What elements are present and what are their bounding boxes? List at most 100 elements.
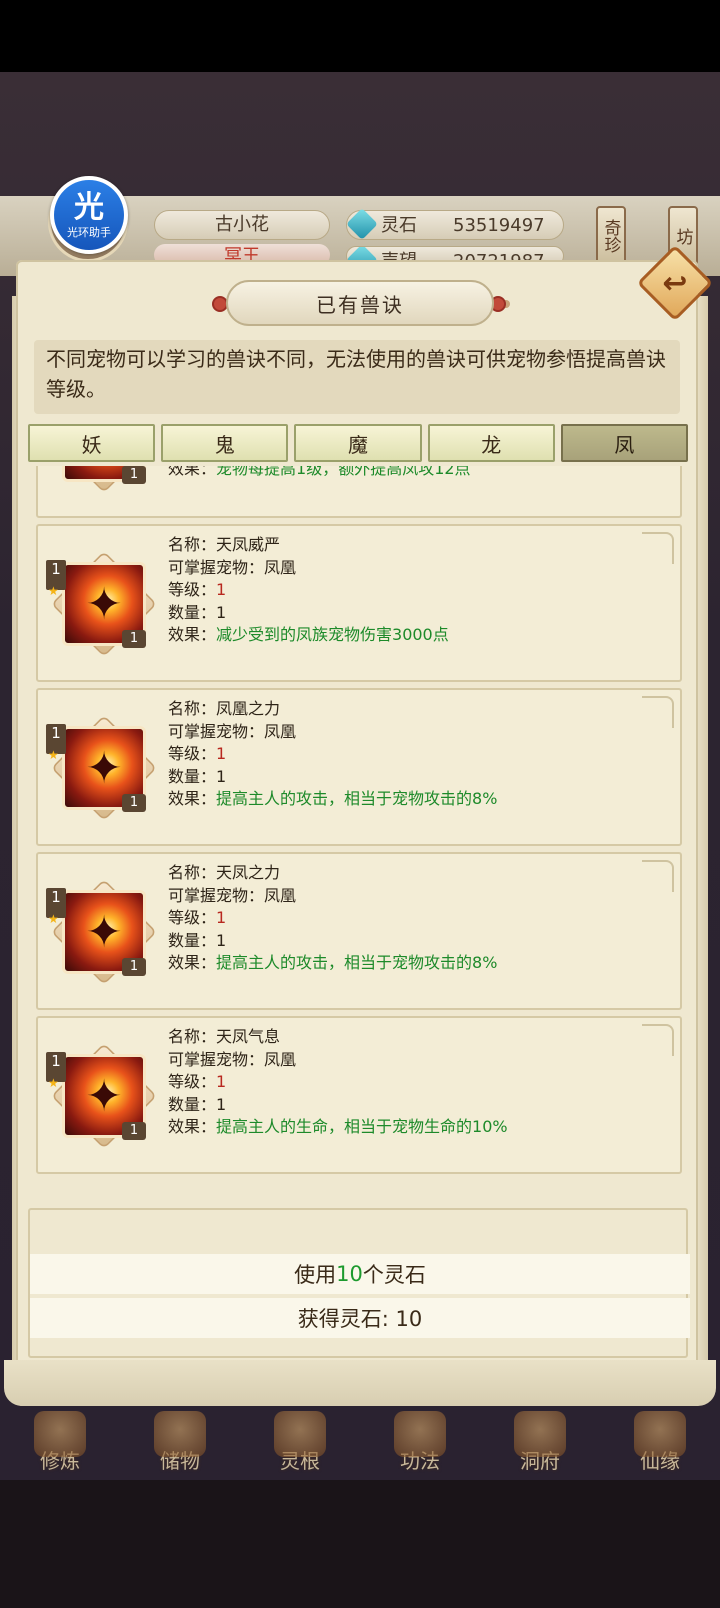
level-line: 等级：1 [168,908,227,927]
description-text: 不同宠物可以学习的兽诀不同，无法使用的兽诀可供宠物参悟提高兽诀等级。 [46,347,666,401]
qty-line: 数量：1 [168,766,227,786]
level-value: 1 [216,908,227,927]
skill-name: 天凤之力 [216,863,281,882]
nav-dongfu[interactable]: 洞府 [480,1406,600,1480]
effect-value: 提高主人的攻击，相当于宠物攻击的8% [216,789,498,808]
skill-name: 天凤气息 [216,1027,281,1046]
helper-label: 光环助手 [67,225,111,239]
qty-line: 数量：1 [168,1094,227,1114]
side-tag-qizhen[interactable]: 奇珍 [596,206,626,266]
resource-lingshi: 灵石 53519497 [346,208,564,240]
qty-value: 1 [216,930,227,950]
count-badge: 1 [122,630,146,648]
level-value: 1 [216,580,227,599]
nav-gongfa[interactable]: 功法 [360,1406,480,1480]
qty-value: 1 [216,1094,227,1114]
storage-bag-icon [154,1411,206,1457]
list-item[interactable]: ✦ 1 ★ 1 名称：天凤威严 可掌握宠物：凤凰 等级：1 数量：1 效果：减少… [36,524,682,682]
star-icon: ★ [48,584,59,598]
level-value: 1 [216,744,227,763]
effect-value: 减少受到的凤族宠物伤害3000点 [216,625,449,644]
level-line: 等级：1 [168,580,227,599]
nav-linggen[interactable]: 灵根 [240,1406,360,1480]
helper-app-button[interactable]: 光 光环助手 [50,176,128,254]
tab-long[interactable]: 龙 [427,424,555,462]
resource-value: 53519497 [453,215,545,236]
spirit-stone-icon [346,208,378,240]
count-badge: 1 [122,1122,146,1140]
pet-line: 可掌握宠物：凤凰 [168,1049,297,1069]
cave-house-icon [514,1411,566,1457]
scroll-icon [394,1411,446,1457]
tab-gui[interactable]: 鬼 [161,424,289,462]
effect-value: 提高主人的生命，相当于宠物生命的10% [216,1117,508,1136]
category-tabs: 妖 鬼 魔 龙 凤 [28,424,689,464]
star-icon: ★ [48,912,59,926]
effect-line: 效果：提高主人的攻击，相当于宠物攻击的8% [168,789,498,808]
pet-name: 凤凰 [264,885,297,905]
fortune-icon [634,1411,686,1457]
qty-value: 1 [216,602,227,622]
pet-name: 凤凰 [264,721,297,741]
panel-scroll-curl [4,1360,716,1406]
name-line: 名称：凤凰之力 [168,699,281,718]
helper-logo-icon: 光 光环助手 [54,180,124,250]
obtained-spirit-stone-row: 获得灵石: 10 [30,1298,690,1338]
spirit-root-icon [274,1411,326,1457]
name-line: 名称：天凤威严 [168,535,281,554]
star-icon: ★ [48,1076,59,1090]
nav-xiulian[interactable]: 修炼 [0,1406,120,1480]
effect-line: 效果：宠物每提高1级，额外提高凤攻12点 [168,466,471,481]
use-count: 10 [336,1262,363,1286]
skill-name: 天凤威严 [216,535,281,554]
effect-line: 效果：减少受到的凤族宠物伤害3000点 [168,625,449,644]
skill-details: 名称：天凤威严 可掌握宠物：凤凰 等级：1 数量：1 效果：减少受到的凤族宠物伤… [168,534,449,647]
use-suffix: 个灵石 [362,1263,426,1287]
tab-feng[interactable]: 凤 [560,424,689,462]
level-line: 等级：1 [168,1072,227,1091]
tab-yao[interactable]: 妖 [28,424,156,462]
tab-mo[interactable]: 魔 [294,424,422,462]
use-spirit-stone-row[interactable]: 使用 10 个灵石 [30,1254,690,1294]
pet-line: 可掌握宠物：凤凰 [168,885,297,905]
back-arrow-icon[interactable]: ↩ [650,258,700,308]
list-item[interactable]: ✦ 1 ★ 1 效果：宠物每提高1级，额外提高凤攻12点 [36,466,682,518]
nav-chuwu[interactable]: 储物 [120,1406,240,1480]
name-line: 名称：天凤气息 [168,1027,281,1046]
list-item[interactable]: ✦ 1 ★ 1 名称：天凤之力 可掌握宠物：凤凰 等级：1 数量：1 效果：提高… [36,852,682,1010]
skill-details: 效果：宠物每提高1级，额外提高凤攻12点 [168,466,471,481]
helper-char: 光 [74,189,104,225]
pet-name: 凤凰 [264,557,297,577]
obtained-text: 获得灵石: 10 [297,1307,423,1331]
qty-line: 数量：1 [168,602,227,622]
qty-value: 1 [216,766,227,786]
effect-line: 效果：提高主人的攻击，相当于宠物攻击的8% [168,953,498,972]
qty-line: 数量：1 [168,930,227,950]
resource-name: 灵石 [381,215,417,236]
effect-value: 提高主人的攻击，相当于宠物攻击的8% [216,953,498,972]
use-prefix: 使用 [294,1263,337,1287]
pet-line: 可掌握宠物：凤凰 [168,721,297,741]
list-item[interactable]: ✦ 1 ★ 1 名称：凤凰之力 可掌握宠物：凤凰 等级：1 数量：1 效果：提高… [36,688,682,846]
skill-details: 名称：天凤之力 可掌握宠物：凤凰 等级：1 数量：1 效果：提高主人的攻击，相当… [168,862,497,975]
system-nav-area [0,1480,720,1608]
count-badge: 1 [122,958,146,976]
skill-list[interactable]: ✦ 1 ★ 1 效果：宠物每提高1级，额外提高凤攻12点 ✦ 1 ★ 1 名称：… [34,466,684,1202]
panel-title: 已有兽诀 [226,280,494,326]
pet-line: 可掌握宠物：凤凰 [168,557,297,577]
name-line: 名称：天凤之力 [168,863,281,882]
player-name: 古小花 [154,210,330,240]
skill-details: 名称：天凤气息 可掌握宠物：凤凰 等级：1 数量：1 效果：提高主人的生命，相当… [168,1026,508,1139]
meditation-icon [34,1411,86,1457]
level-value: 1 [216,1072,227,1091]
nav-xianyuan[interactable]: 仙缘 [600,1406,720,1480]
system-status-area [0,0,720,72]
skill-name: 凤凰之力 [216,699,281,718]
list-item[interactable]: ✦ 1 ★ 1 名称：天凤气息 可掌握宠物：凤凰 等级：1 数量：1 效果：提高… [36,1016,682,1174]
count-badge: 1 [122,466,146,484]
skill-details: 名称：凤凰之力 可掌握宠物：凤凰 等级：1 数量：1 效果：提高主人的攻击，相当… [168,698,497,811]
effect-value: 宠物每提高1级，额外提高凤攻12点 [216,466,471,478]
panel-title-text: 已有兽诀 [316,292,404,317]
star-icon: ★ [48,748,59,762]
count-badge: 1 [122,794,146,812]
